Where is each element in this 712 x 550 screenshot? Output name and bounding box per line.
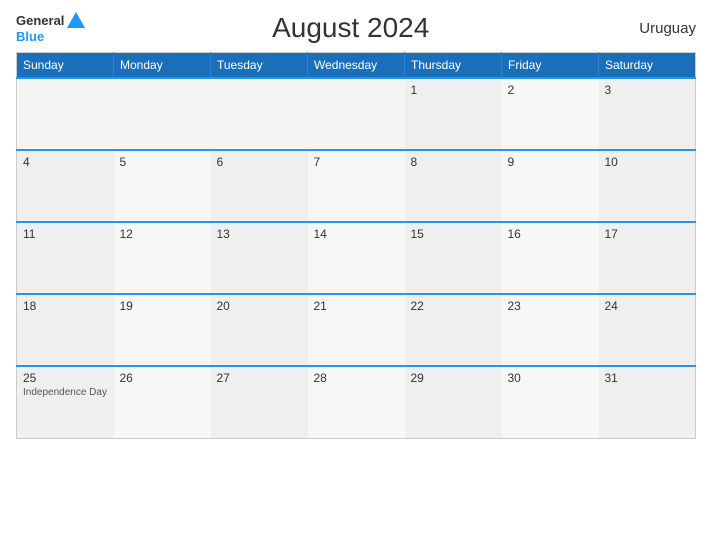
calendar-cell: 28 bbox=[308, 366, 405, 438]
calendar-cell: 4 bbox=[17, 150, 114, 222]
calendar-week-2: 456789 10 bbox=[17, 150, 696, 222]
day-number: 17 bbox=[605, 227, 690, 241]
calendar-cell: 6 bbox=[211, 150, 308, 222]
calendar-cell: 14 bbox=[308, 222, 405, 294]
logo-triangle-icon bbox=[67, 12, 85, 28]
calendar-cell: 9 bbox=[502, 150, 599, 222]
weekday-friday: Friday bbox=[502, 53, 599, 79]
day-event: Independence Day bbox=[23, 387, 108, 398]
weekday-tuesday: Tuesday bbox=[211, 53, 308, 79]
day-number: 28 bbox=[314, 371, 399, 385]
day-number: 1 bbox=[411, 83, 496, 97]
day-number: 24 bbox=[605, 299, 690, 313]
day-number: 31 bbox=[605, 371, 690, 385]
day-number: 15 bbox=[411, 227, 496, 241]
calendar-page: General Blue August 2024 Uruguay Sunday … bbox=[0, 0, 712, 550]
logo: General Blue bbox=[16, 12, 85, 44]
calendar-cell: 24 bbox=[599, 294, 696, 366]
calendar-cell: 19 bbox=[114, 294, 211, 366]
day-number: 14 bbox=[314, 227, 399, 241]
calendar-body: 1234567891011121314151617181920212223242… bbox=[17, 78, 696, 438]
calendar-header: Sunday Monday Tuesday Wednesday Thursday… bbox=[17, 53, 696, 79]
day-number: 5 bbox=[120, 155, 205, 169]
day-number: 22 bbox=[411, 299, 496, 313]
calendar-week-3: 11 12 13 14 15 16 17 bbox=[17, 222, 696, 294]
calendar-cell: 31 bbox=[599, 366, 696, 438]
calendar-week-5: 25 Independence Day 26 27 28 29 30 31 bbox=[17, 366, 696, 438]
weekday-sunday: Sunday bbox=[17, 53, 114, 79]
weekday-thursday: Thursday bbox=[405, 53, 502, 79]
calendar-cell: 30 bbox=[502, 366, 599, 438]
weekday-monday: Monday bbox=[114, 53, 211, 79]
calendar-cell: 17 bbox=[599, 222, 696, 294]
calendar-cell: 13 bbox=[211, 222, 308, 294]
day-number: 4 bbox=[23, 155, 108, 169]
calendar-cell: 15 bbox=[405, 222, 502, 294]
calendar-cell bbox=[114, 78, 211, 150]
day-number: 26 bbox=[120, 371, 205, 385]
day-number: 10 bbox=[605, 155, 690, 169]
day-number: 30 bbox=[508, 371, 593, 385]
calendar-cell bbox=[211, 78, 308, 150]
calendar-cell bbox=[17, 78, 114, 150]
calendar-week-1: 123 bbox=[17, 78, 696, 150]
day-number: 11 bbox=[23, 227, 108, 241]
calendar-cell: 16 bbox=[502, 222, 599, 294]
day-number: 19 bbox=[120, 299, 205, 313]
day-number: 9 bbox=[508, 155, 593, 169]
calendar-cell: 1 bbox=[405, 78, 502, 150]
day-number: 8 bbox=[411, 155, 496, 169]
day-number: 3 bbox=[605, 83, 690, 97]
calendar-cell: 5 bbox=[114, 150, 211, 222]
calendar-cell: 20 bbox=[211, 294, 308, 366]
calendar-cell: 22 bbox=[405, 294, 502, 366]
weekday-header-row: Sunday Monday Tuesday Wednesday Thursday… bbox=[17, 53, 696, 79]
day-number: 2 bbox=[508, 83, 593, 97]
calendar-cell: 8 bbox=[405, 150, 502, 222]
weekday-wednesday: Wednesday bbox=[308, 53, 405, 79]
calendar-cell: 3 bbox=[599, 78, 696, 150]
day-number: 20 bbox=[217, 299, 302, 313]
month-title: August 2024 bbox=[85, 12, 616, 44]
calendar-cell: 29 bbox=[405, 366, 502, 438]
country-label: Uruguay bbox=[616, 20, 696, 37]
calendar-cell: 11 bbox=[17, 222, 114, 294]
calendar-cell: 23 bbox=[502, 294, 599, 366]
calendar-cell: 27 bbox=[211, 366, 308, 438]
header: General Blue August 2024 Uruguay bbox=[16, 12, 696, 44]
calendar-cell: 10 bbox=[599, 150, 696, 222]
calendar-cell: 26 bbox=[114, 366, 211, 438]
weekday-saturday: Saturday bbox=[599, 53, 696, 79]
day-number: 25 bbox=[23, 371, 108, 385]
day-number: 18 bbox=[23, 299, 108, 313]
calendar-cell bbox=[308, 78, 405, 150]
day-number: 23 bbox=[508, 299, 593, 313]
day-number: 29 bbox=[411, 371, 496, 385]
day-number: 16 bbox=[508, 227, 593, 241]
day-number: 21 bbox=[314, 299, 399, 313]
calendar-week-4: 18 19 20 21 22 23 24 bbox=[17, 294, 696, 366]
day-number: 7 bbox=[314, 155, 399, 169]
day-number: 6 bbox=[217, 155, 302, 169]
logo-general: General bbox=[16, 14, 64, 28]
logo-blue: Blue bbox=[16, 30, 85, 44]
calendar-cell: 18 bbox=[17, 294, 114, 366]
calendar-table: Sunday Monday Tuesday Wednesday Thursday… bbox=[16, 52, 696, 439]
calendar-cell: 25 Independence Day bbox=[17, 366, 114, 438]
calendar-cell: 2 bbox=[502, 78, 599, 150]
calendar-cell: 12 bbox=[114, 222, 211, 294]
day-number: 13 bbox=[217, 227, 302, 241]
calendar-cell: 7 bbox=[308, 150, 405, 222]
logo-text: General Blue bbox=[16, 12, 85, 44]
day-number: 12 bbox=[120, 227, 205, 241]
day-number: 27 bbox=[217, 371, 302, 385]
calendar-cell: 21 bbox=[308, 294, 405, 366]
